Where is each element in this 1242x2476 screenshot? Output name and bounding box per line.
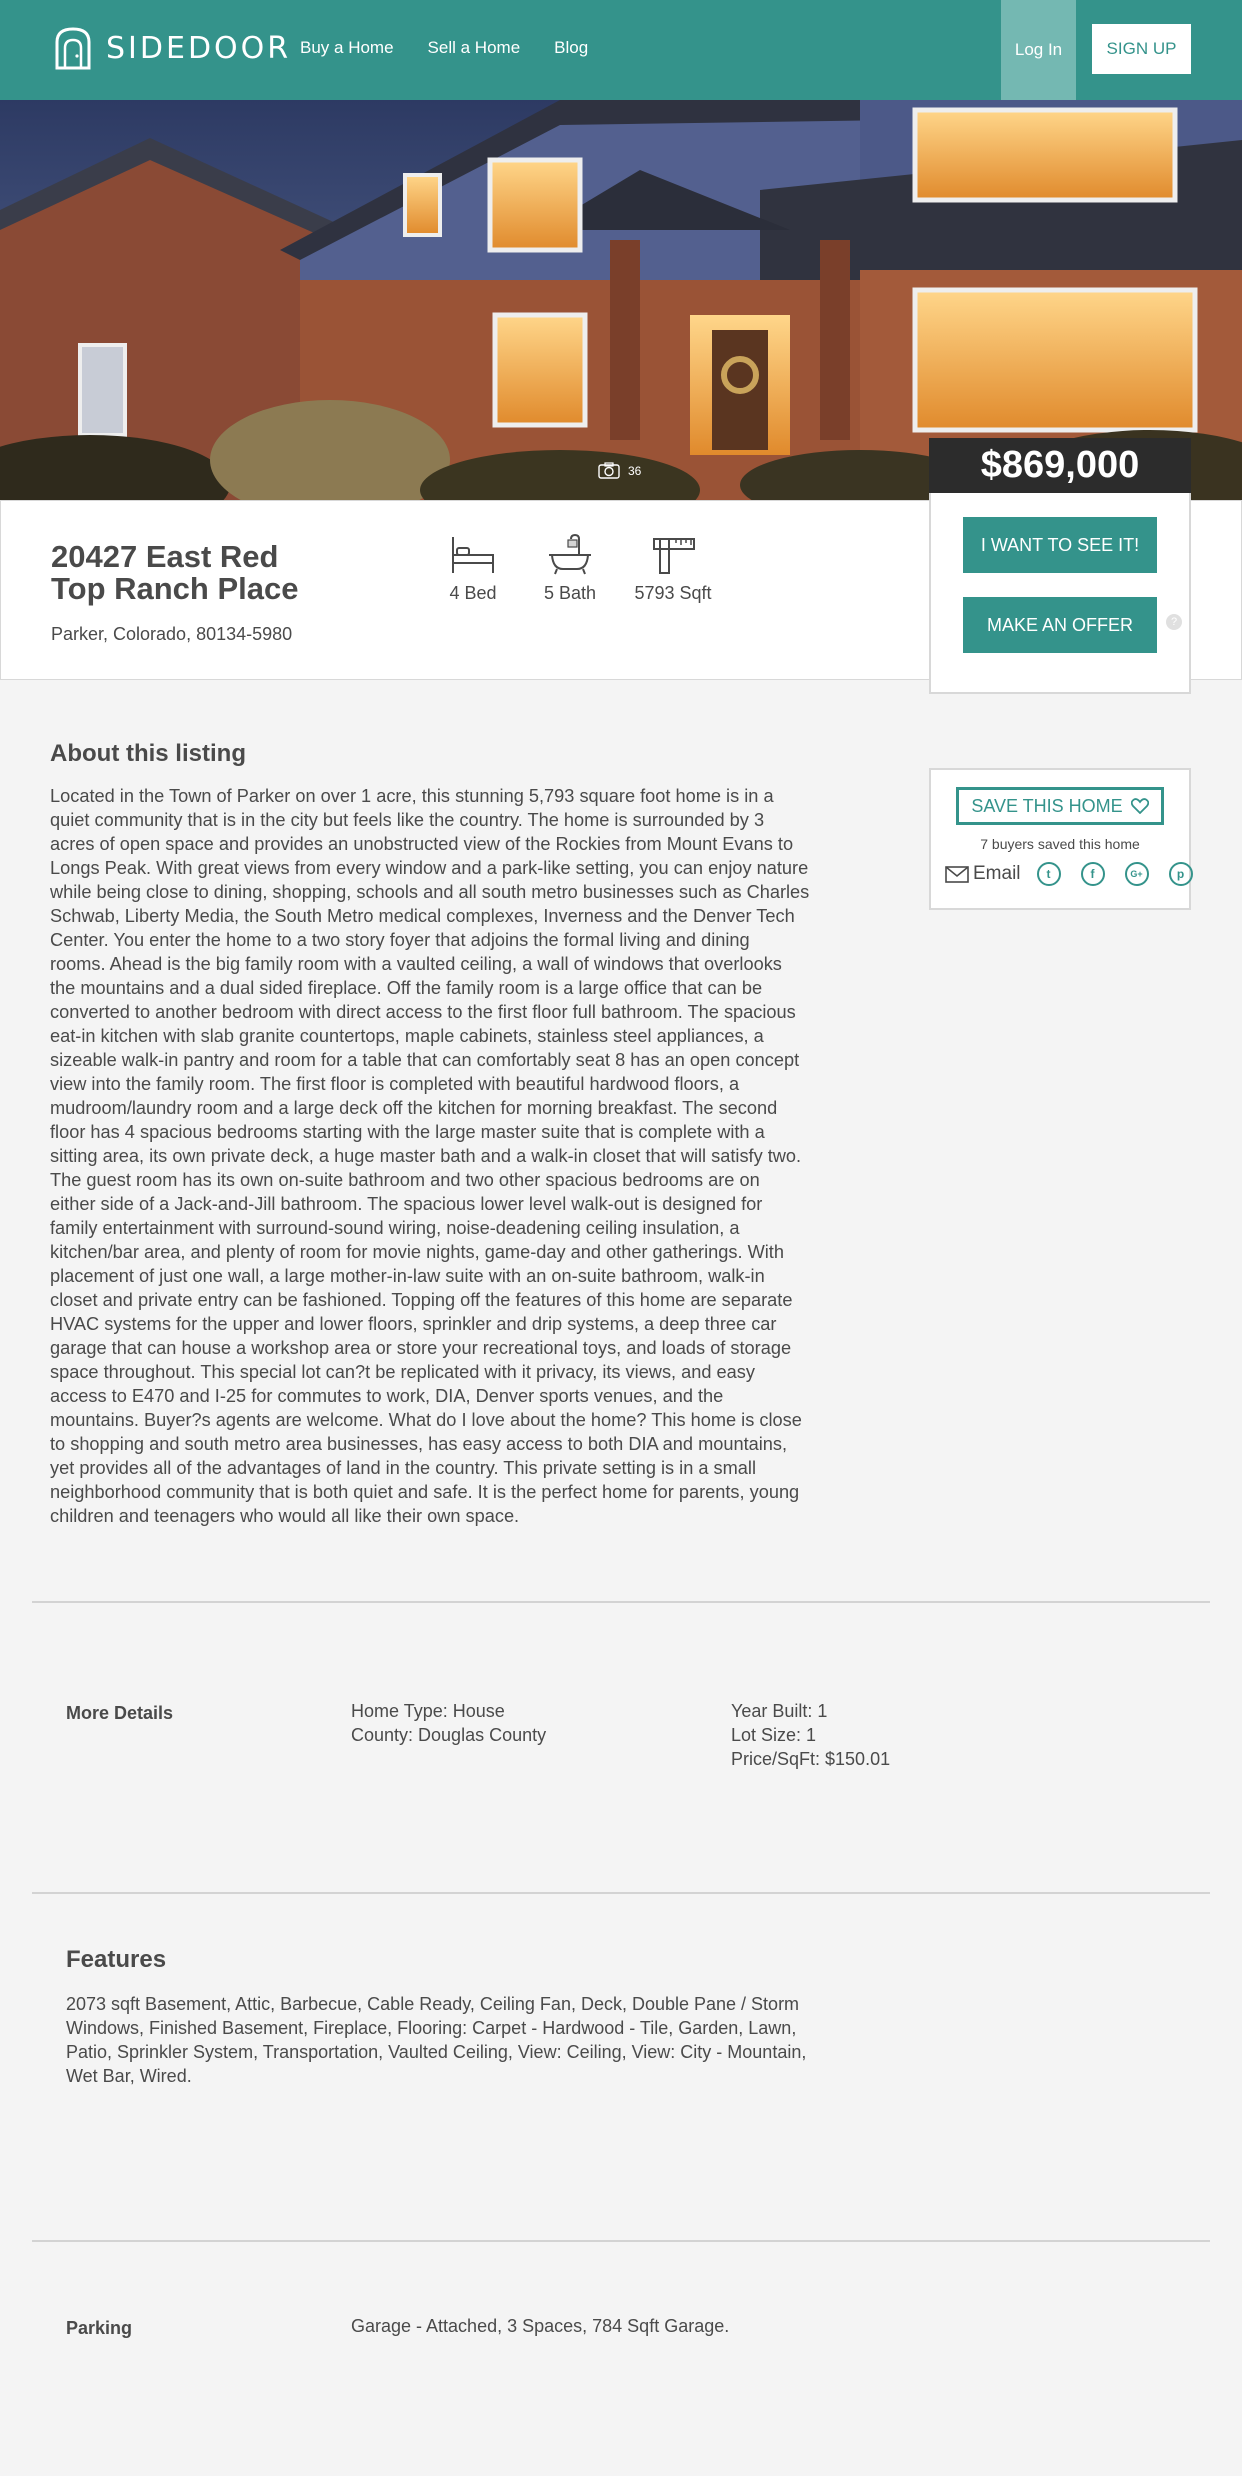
- photo-count[interactable]: 36: [598, 462, 641, 479]
- listing-price: $869,000: [929, 438, 1191, 493]
- nav-sell-a-home[interactable]: Sell a Home: [428, 38, 521, 58]
- square-footage-icon: [653, 538, 695, 574]
- address-line-2: Top Ranch Place: [51, 571, 299, 606]
- stat-sqft: 5793 Sqft: [618, 533, 728, 604]
- more-details-col-1: Home Type: House County: Douglas County: [351, 1699, 546, 1747]
- google-plus-icon[interactable]: G+: [1124, 862, 1149, 886]
- detail-year-built: Year Built: 1: [731, 1701, 828, 1721]
- about-description: Located in the Town of Parker on over 1 …: [50, 786, 810, 1526]
- help-icon[interactable]: ?: [1166, 614, 1182, 630]
- nav-blog[interactable]: Blog: [554, 38, 588, 58]
- detail-home-type: Home Type: House: [351, 1701, 505, 1721]
- camera-icon: [598, 462, 620, 479]
- make-offer-button[interactable]: MAKE AN OFFER: [963, 597, 1157, 653]
- envelope-icon: [945, 865, 969, 883]
- more-details-label: More Details: [66, 1703, 174, 1723]
- save-home-label: SAVE THIS HOME: [971, 795, 1123, 816]
- signup-button[interactable]: SIGN UP: [1092, 24, 1191, 74]
- detail-lot-size: Lot Size: 1: [731, 1725, 817, 1745]
- divider: [32, 1601, 1210, 1603]
- stat-beds: 4 Bed: [418, 533, 528, 604]
- sidedoor-logo[interactable]: SIDEDOOR: [54, 26, 291, 70]
- facebook-icon[interactable]: f: [1080, 862, 1105, 886]
- about-title: About this listing: [50, 740, 246, 767]
- heart-icon: [1130, 798, 1149, 814]
- parking-details: Garage - Attached, 3 Spaces, 784 Sqft Ga…: [351, 2316, 730, 2336]
- features-list: 2073 sqft Basement, Attic, Barbecue, Cab…: [66, 1994, 807, 2086]
- email-label: Email: [973, 863, 1021, 884]
- nav-buy-a-home[interactable]: Buy a Home: [300, 38, 394, 58]
- divider: [32, 2240, 1210, 2242]
- pinterest-icon[interactable]: p: [1168, 862, 1193, 886]
- request-showing-button[interactable]: I WANT TO SEE IT!: [963, 517, 1157, 573]
- save-card: SAVE THIS HOME 7 buyers saved this home …: [929, 768, 1193, 910]
- stat-beds-label: 4 Bed: [449, 583, 497, 603]
- parking-label: Parking: [66, 2318, 133, 2338]
- listing-city: Parker, Colorado, 80134-5980: [51, 624, 293, 644]
- more-details-col-2: Year Built: 1 Lot Size: 1 Price/SqFt: $1…: [731, 1699, 890, 1771]
- stat-baths: 5 Bath: [515, 533, 625, 604]
- listing-address: 20427 East Red Top Ranch Place: [51, 541, 351, 605]
- twitter-icon[interactable]: t: [1036, 862, 1061, 886]
- site-header: SIDEDOOR Buy a Home Sell a Home Blog Log…: [0, 0, 1242, 100]
- bed-icon: [452, 537, 494, 573]
- stat-sqft-label: 5793 Sqft: [634, 583, 712, 603]
- main-nav: Buy a Home Sell a Home Blog: [300, 38, 588, 58]
- features-title: Features: [66, 1946, 167, 1973]
- divider: [32, 1892, 1210, 1894]
- photo-count-value: 36: [628, 463, 642, 478]
- bathtub-icon: [549, 533, 591, 575]
- share-row: Email t f G+ p: [945, 862, 1193, 886]
- door-icon: [55, 27, 91, 70]
- email-share[interactable]: Email: [945, 863, 1021, 885]
- detail-price-per-sqft: Price/SqFt: $150.01: [731, 1749, 891, 1769]
- login-button[interactable]: Log In: [1001, 0, 1076, 100]
- address-line-1: 20427 East Red: [51, 539, 279, 574]
- saved-count: 7 buyers saved this home: [980, 836, 1140, 852]
- logo-text: SIDEDOOR: [106, 30, 292, 66]
- detail-county: County: Douglas County: [351, 1725, 547, 1745]
- stat-baths-label: 5 Bath: [543, 583, 597, 603]
- save-home-button[interactable]: SAVE THIS HOME: [956, 787, 1164, 825]
